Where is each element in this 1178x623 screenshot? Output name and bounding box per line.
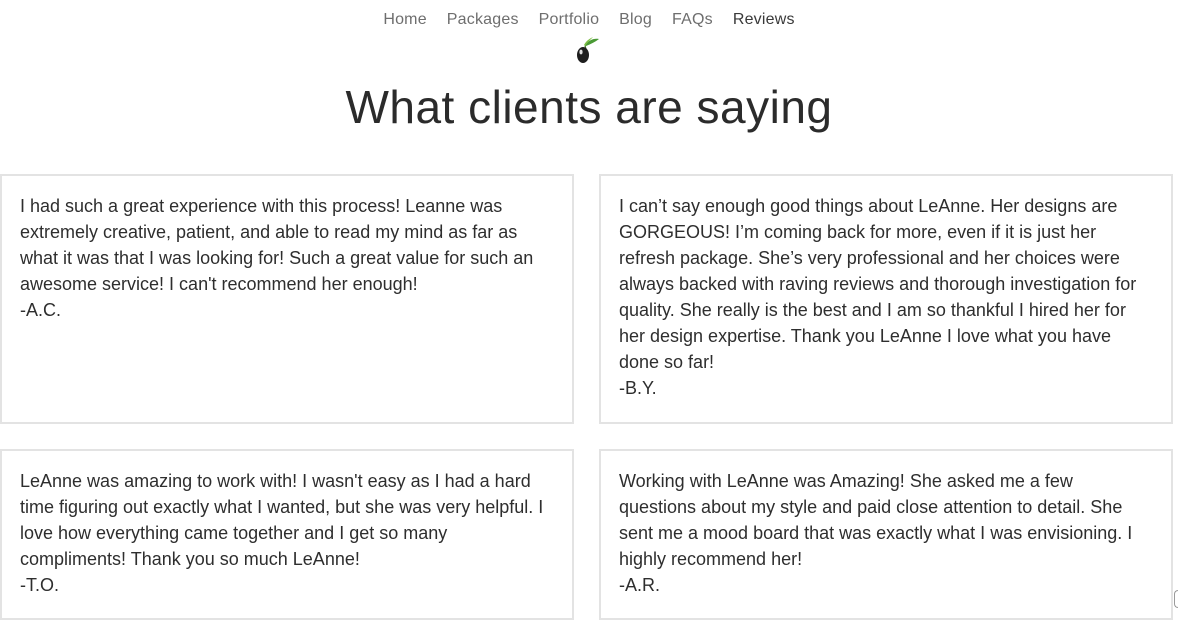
page-title: What clients are saying bbox=[345, 81, 833, 133]
review-card: LeAnne was amazing to work with! I wasn'… bbox=[0, 449, 574, 620]
olive-icon[interactable] bbox=[571, 36, 601, 66]
review-body: I can’t say enough good things about LeA… bbox=[619, 196, 1142, 372]
nav-link-blog[interactable]: Blog bbox=[609, 8, 662, 32]
chat-widget-edge[interactable] bbox=[1174, 590, 1178, 608]
review-body: I had such a great experience with this … bbox=[20, 196, 539, 294]
nav-link-faqs[interactable]: FAQs bbox=[662, 8, 723, 32]
nav-link-packages[interactable]: Packages bbox=[437, 8, 529, 32]
review-card: I can’t say enough good things about LeA… bbox=[599, 174, 1173, 424]
nav-link-reviews[interactable]: Reviews bbox=[723, 8, 805, 32]
review-text: LeAnne was amazing to work with! I wasn'… bbox=[20, 468, 554, 598]
review-author: -T.O. bbox=[20, 575, 59, 595]
review-text: I had such a great experience with this … bbox=[20, 193, 554, 323]
review-card: Working with LeAnne was Amazing! She ask… bbox=[599, 449, 1173, 620]
reviews-page: Home Packages Portfolio Blog FAQs Review… bbox=[0, 0, 1178, 623]
review-author: -A.C. bbox=[20, 300, 62, 320]
nav-link-home[interactable]: Home bbox=[373, 8, 436, 32]
top-nav: Home Packages Portfolio Blog FAQs Review… bbox=[0, 8, 1178, 32]
review-author: -A.R. bbox=[619, 575, 661, 595]
review-text: I can’t say enough good things about LeA… bbox=[619, 193, 1153, 401]
review-author: -B.Y. bbox=[619, 378, 657, 398]
review-text: Working with LeAnne was Amazing! She ask… bbox=[619, 468, 1153, 598]
nav-link-portfolio[interactable]: Portfolio bbox=[529, 8, 610, 32]
review-body: Working with LeAnne was Amazing! She ask… bbox=[619, 471, 1138, 569]
olive-logo-svg bbox=[577, 37, 599, 63]
review-card: I had such a great experience with this … bbox=[0, 174, 574, 424]
review-body: LeAnne was amazing to work with! I wasn'… bbox=[20, 471, 549, 569]
